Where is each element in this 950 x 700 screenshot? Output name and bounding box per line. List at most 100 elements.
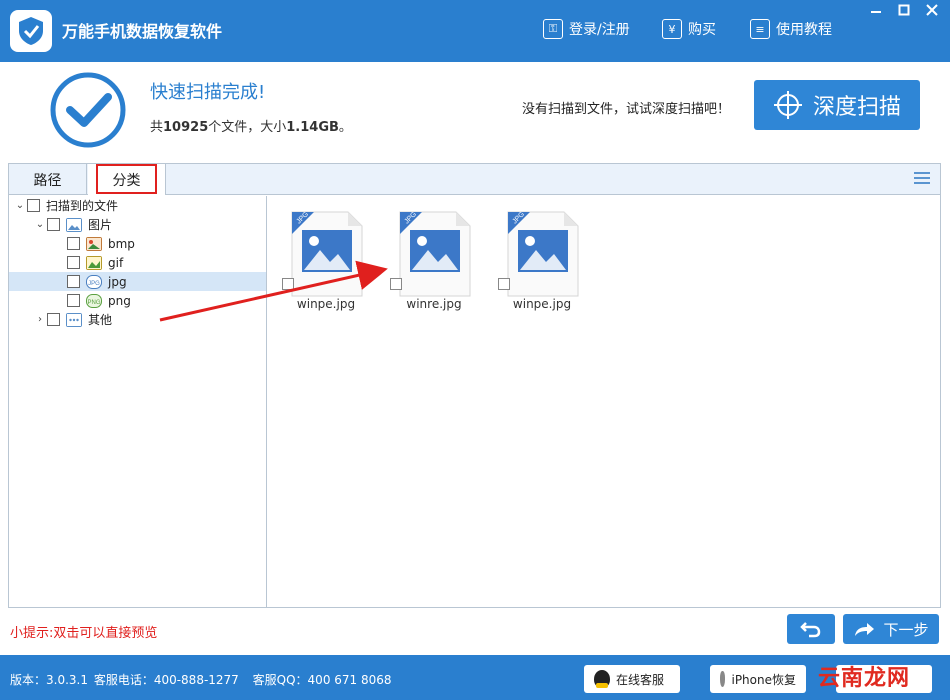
watermark-logo: 云南龙网 [818,666,911,691]
tree-item-scanned-files[interactable]: ⌄ 扫描到的文件 [9,196,266,215]
tree-item-label: gif [108,255,124,270]
buy-label: 购买 [688,22,716,38]
online-service-label: 在线客服 [616,672,665,687]
maximize-icon [898,4,910,16]
login-register-label: 登录/注册 [569,22,630,38]
view-tab-bar: 路径 分类 [9,164,940,195]
file-checkbox[interactable] [282,278,294,290]
file-grid: JPG winpe.jpg JPG winre.jpg JPG winpe.jp… [268,196,940,607]
app-title: 万能手机数据恢复软件 [62,22,223,41]
results-panel: 路径 分类 ⌄ 扫描到的文件 ⌄ 图片 bmp gif JPG jpg PNG … [8,163,941,608]
minimize-button[interactable] [862,0,890,20]
document-icon: ≡ [750,19,770,39]
tip-text: 小提示:双击可以直接预览 [10,626,158,641]
close-button[interactable] [918,0,946,20]
summary-mid: 个文件，大小 [208,120,287,135]
file-checkbox[interactable] [498,278,510,290]
next-step-button[interactable]: 下一步 [843,614,939,644]
checkbox[interactable] [67,237,80,250]
total-size: 1.14GB [286,120,339,135]
forward-arrow-icon [855,623,875,636]
tab-path-label: 路径 [33,172,62,189]
chevron-down-icon[interactable]: ⌄ [33,219,47,230]
login-register-link[interactable]: ⚿ 登录/注册 [543,16,630,42]
user-key-icon: ⚿ [543,19,563,39]
file-item[interactable]: JPG winpe.jpg [276,206,376,316]
tutorial-link[interactable]: ≡ 使用教程 [750,16,832,42]
more-folder-icon [66,312,82,327]
svg-text:JPG: JPG [88,281,100,287]
iphone-recover-button[interactable]: iPhone恢复 [710,665,806,693]
tab-category[interactable]: 分类 [88,164,166,195]
tree-item-label: jpg [108,274,127,289]
chevron-right-icon[interactable]: › [33,314,47,325]
buy-link[interactable]: ¥ 购买 [662,16,716,42]
qq-label: 客服QQ：400 671 8068 [252,673,392,687]
next-step-label: 下一步 [883,620,929,639]
tab-category-label: 分类 [112,172,141,189]
tree-item-label: 其他 [88,313,113,327]
jpg-file-icon: JPG [507,211,579,297]
checkbox[interactable] [67,294,80,307]
tree-item-images[interactable]: ⌄ 图片 [9,215,266,234]
checkbox[interactable] [47,218,60,231]
deep-scan-label: 深度扫描 [812,95,901,120]
online-service-button[interactable]: 在线客服 [584,665,680,693]
checkbox[interactable] [47,313,60,326]
tree-item-label: bmp [108,236,135,251]
jpg-file-icon: JPG [291,211,363,297]
file-checkbox[interactable] [390,278,402,290]
iphone-recover-label: iPhone恢复 [731,672,796,687]
tree-item-jpg[interactable]: JPG jpg [9,272,266,291]
yen-icon: ¥ [662,19,682,39]
phone-label: 客服电话：400-888-1277 [93,673,239,687]
tree-item-label: png [108,293,131,308]
scan-summary: 共10925个文件，大小1.14GB。 [150,116,352,135]
tutorial-label: 使用教程 [776,22,832,38]
tree-item-gif[interactable]: gif [9,253,266,272]
apple-icon [720,671,726,687]
image-folder-icon [66,217,82,232]
file-count: 10925 [163,120,209,135]
gif-icon [86,255,102,270]
checkbox[interactable] [67,275,80,288]
tab-path[interactable]: 路径 [9,164,87,195]
bmp-icon [86,236,102,251]
file-name: winpe.jpg [512,297,572,311]
qq-penguin-icon [594,670,610,688]
tree-item-label: 图片 [88,218,113,232]
tree-item-bmp[interactable]: bmp [9,234,266,253]
checkbox[interactable] [67,256,80,269]
jpg-icon: JPG [86,274,102,289]
maximize-button[interactable] [890,0,918,20]
checkbox[interactable] [27,199,40,212]
file-name: winpe.jpg [296,297,356,311]
back-button[interactable] [787,614,835,644]
list-view-menu-icon[interactable] [914,172,930,186]
tree-item-other[interactable]: › 其他 [9,310,266,329]
scan-complete-check-icon [50,72,126,148]
version-label: 版本：3.0.3.1 [10,673,88,687]
category-tree: ⌄ 扫描到的文件 ⌄ 图片 bmp gif JPG jpg PNG png › … [9,196,267,607]
title-bar: 万能手机数据恢复软件 ⚿ 登录/注册 ¥ 购买 ≡ 使用教程 [0,0,950,62]
shield-check-icon [19,17,43,45]
jpg-file-icon: JPG [399,211,471,297]
crosshair-icon [773,91,802,119]
deep-scan-button[interactable]: 深度扫描 [754,80,920,130]
file-name: winre.jpg [406,297,462,311]
deep-scan-hint: 没有扫描到文件，试试深度扫描吧！ [522,102,731,117]
footer-bar: 版本：3.0.3.1 客服电话：400-888-1277 客服QQ：400 67… [0,655,950,700]
summary-suffix: 。 [338,120,352,135]
summary-prefix: 共 [150,120,164,135]
minimize-icon [871,11,881,13]
scan-result-header: 快速扫描完成! 共10925个文件，大小1.14GB。 没有扫描到文件，试试深度… [0,62,950,160]
png-icon: PNG [86,293,102,308]
close-icon [926,4,938,16]
chevron-down-icon[interactable]: ⌄ [13,200,27,211]
tree-item-label: 扫描到的文件 [46,199,119,213]
file-item[interactable]: JPG winpe.jpg [492,206,592,316]
app-logo [10,10,52,52]
file-item[interactable]: JPG winre.jpg [384,206,484,316]
undo-arrow-icon [800,622,821,638]
tree-item-png[interactable]: PNG png [9,291,266,310]
